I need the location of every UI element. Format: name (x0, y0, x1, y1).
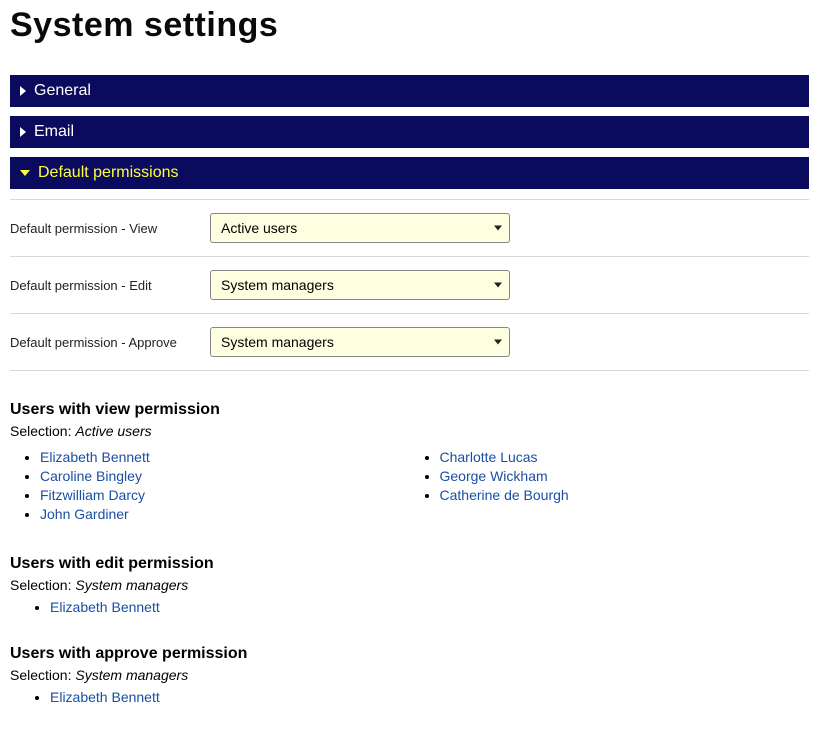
selection-label: Selection: (10, 667, 75, 683)
user-list: Elizabeth Bennett (40, 689, 809, 705)
user-list: Elizabeth Bennett (40, 599, 809, 615)
selection-line: Selection: System managers (10, 577, 809, 593)
select-approve-permission[interactable]: System managers (210, 327, 510, 357)
accordion-default-permissions[interactable]: Default permissions (10, 157, 809, 189)
accordion-email[interactable]: Email (10, 116, 809, 148)
field-label-edit: Default permission - Edit (10, 278, 210, 293)
user-link[interactable]: Elizabeth Bennett (40, 449, 150, 465)
user-link[interactable]: Elizabeth Bennett (50, 599, 160, 615)
list-item: Elizabeth Bennett (40, 449, 410, 465)
list-item: George Wickham (440, 468, 810, 484)
field-label-approve: Default permission - Approve (10, 335, 210, 350)
user-link[interactable]: George Wickham (440, 468, 548, 484)
user-list: Charlotte Lucas George Wickham Catherine… (440, 449, 810, 503)
selection-label: Selection: (10, 577, 75, 593)
list-item: Elizabeth Bennett (50, 599, 809, 615)
user-link[interactable]: Caroline Bingley (40, 468, 142, 484)
selection-value: System managers (75, 577, 188, 593)
list-item: Fitzwilliam Darcy (40, 487, 410, 503)
user-link[interactable]: Fitzwilliam Darcy (40, 487, 145, 503)
section-edit-users: Users with edit permission Selection: Sy… (10, 555, 809, 615)
chevron-right-icon (20, 127, 26, 137)
list-item: Elizabeth Bennett (50, 689, 809, 705)
accordion-email-label: Email (34, 123, 74, 141)
select-view-permission[interactable]: Active users (210, 213, 510, 243)
list-item: Catherine de Bourgh (440, 487, 810, 503)
user-link[interactable]: Charlotte Lucas (440, 449, 538, 465)
chevron-down-icon (20, 170, 30, 176)
section-heading: Users with view permission (10, 401, 809, 419)
default-permissions-panel: Default permission - View Active users D… (10, 199, 809, 371)
list-item: John Gardiner (40, 506, 410, 522)
list-item: Caroline Bingley (40, 468, 410, 484)
section-heading: Users with edit permission (10, 555, 809, 573)
field-row-approve: Default permission - Approve System mana… (10, 314, 809, 371)
selection-value: Active users (75, 423, 151, 439)
accordion-default-permissions-label: Default permissions (38, 164, 179, 182)
selection-line: Selection: Active users (10, 423, 809, 439)
field-label-view: Default permission - View (10, 221, 210, 236)
chevron-right-icon (20, 86, 26, 96)
selection-value: System managers (75, 667, 188, 683)
user-link[interactable]: Catherine de Bourgh (440, 487, 569, 503)
field-row-edit: Default permission - Edit System manager… (10, 257, 809, 314)
selection-label: Selection: (10, 423, 75, 439)
user-link[interactable]: Elizabeth Bennett (50, 689, 160, 705)
section-view-users: Users with view permission Selection: Ac… (10, 401, 809, 525)
user-list: Elizabeth Bennett Caroline Bingley Fitzw… (40, 449, 410, 522)
section-approve-users: Users with approve permission Selection:… (10, 645, 809, 705)
section-heading: Users with approve permission (10, 645, 809, 663)
accordion-general-label: General (34, 82, 91, 100)
accordion-general[interactable]: General (10, 75, 809, 107)
field-row-view: Default permission - View Active users (10, 199, 809, 257)
user-link[interactable]: John Gardiner (40, 506, 129, 522)
selection-line: Selection: System managers (10, 667, 809, 683)
page-title: System settings (10, 6, 809, 45)
select-edit-permission[interactable]: System managers (210, 270, 510, 300)
list-item: Charlotte Lucas (440, 449, 810, 465)
